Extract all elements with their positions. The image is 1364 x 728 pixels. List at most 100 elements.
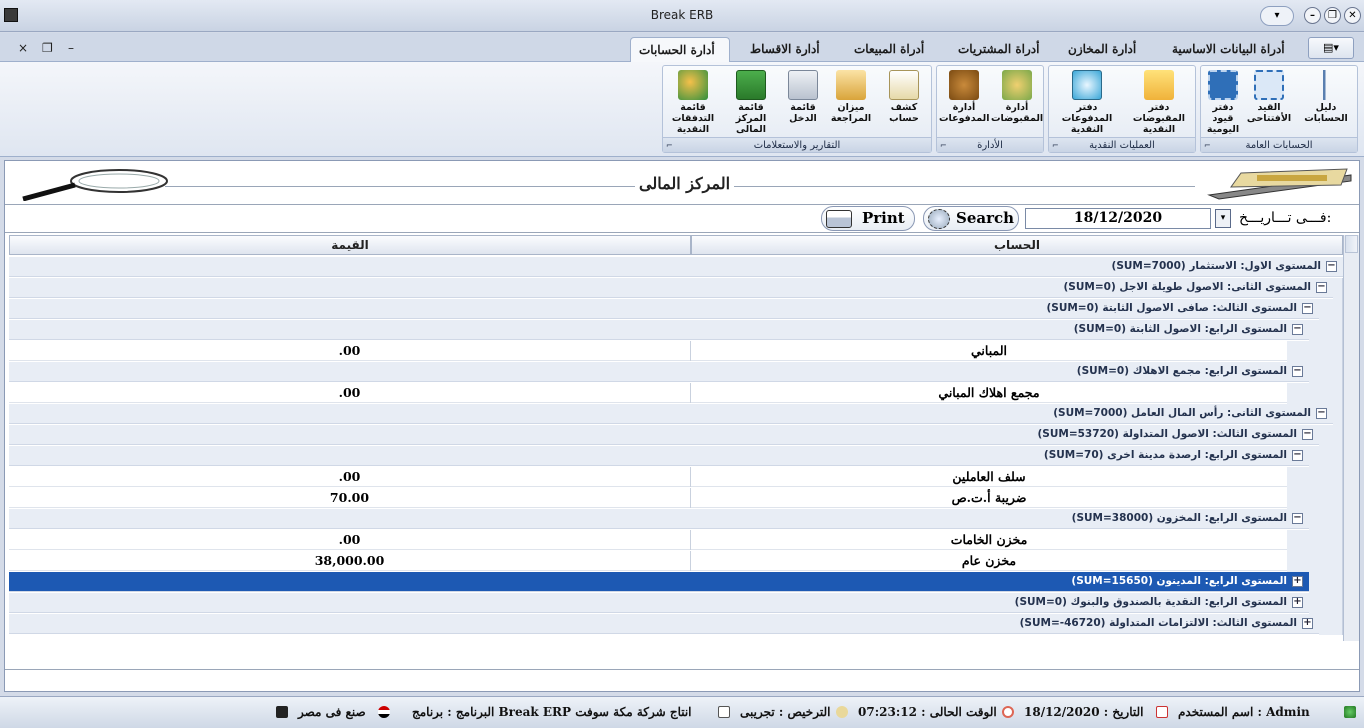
logo-icon <box>276 706 288 718</box>
value-cell[interactable]: .00 <box>9 530 691 550</box>
close-icon[interactable]: ✕ <box>1344 7 1361 24</box>
print-button[interactable]: Print <box>821 206 915 231</box>
calendar-icon <box>1156 706 1168 718</box>
value-cell[interactable]: .00 <box>9 341 691 361</box>
report-grid: القيمة الحساب − المستوى الاول: الاستثمار … <box>5 235 1359 641</box>
group-row[interactable]: + المستوى الرابع: النقدية بالصندوق والبنو… <box>9 593 1309 613</box>
trial-balance-button[interactable]: ميزان المراجعة <box>827 68 875 136</box>
opening-entry-button[interactable]: القيد الأفتتاحى <box>1245 68 1293 136</box>
account-row[interactable]: .00 مخزن الخامات <box>9 530 1287 550</box>
receipts-management-button[interactable]: أدارة المقبوضات <box>991 68 1043 136</box>
date-dropdown-icon[interactable]: ▾ <box>1215 209 1231 228</box>
group-row[interactable]: − المستوى الرابع: مجمع الاهلاك (SUM=0) <box>9 362 1309 382</box>
status-program: البرنامج : برنامج Break ERP انتاج شركة م… <box>412 705 692 719</box>
mdi-close-icon[interactable]: × <box>18 41 28 55</box>
money-bag-icon <box>949 70 979 100</box>
account-cell[interactable]: المباني <box>691 341 1287 361</box>
tab-purchases[interactable]: أدراة المشتريات <box>950 37 1047 62</box>
title-bar: Break ERB ▾ – ❐ ✕ <box>0 0 1364 32</box>
cash-receipts-book-button[interactable]: دفتر المقبوضات النقدية <box>1123 68 1195 136</box>
financial-position-button[interactable]: قائمة المركز المالى <box>723 68 779 136</box>
tab-installments[interactable]: أدارة الاقساط <box>742 37 828 62</box>
account-cell[interactable]: سلف العاملين <box>691 467 1287 487</box>
collapse-icon[interactable]: − <box>1316 408 1327 419</box>
restore-icon[interactable]: ❐ <box>1324 7 1341 24</box>
group-expander-icon[interactable]: ⌐ <box>940 141 947 150</box>
collapse-icon[interactable]: − <box>1292 324 1303 335</box>
group-row[interactable]: − المستوى الثالث: صافى الاصول الثابتة (SU… <box>9 299 1319 319</box>
tree-indent <box>1287 341 1343 362</box>
grid-scrollbar[interactable] <box>1343 235 1359 641</box>
search-button[interactable]: Search <box>923 206 1019 231</box>
group-row[interactable]: − المستوى الثالث: الاصول المتداولة (SUM=5… <box>9 425 1319 445</box>
expand-icon[interactable]: + <box>1302 618 1313 629</box>
status-license: الترخيص : تجريبى <box>740 705 831 719</box>
group-row[interactable]: + المستوى الثالث: الالتزامات المتداولة (S… <box>9 614 1319 634</box>
page-title: المركز المالى <box>635 174 735 193</box>
date-field[interactable]: 18/12/2020 <box>1025 208 1211 229</box>
ribbon-group-cash-ops: دفتر المدفوعات النقدية دفتر المقبوضات ال… <box>1048 65 1196 153</box>
user-icon <box>1344 706 1356 718</box>
tree-indent <box>1287 383 1343 404</box>
collapse-icon[interactable]: − <box>1302 429 1313 440</box>
mdi-restore-icon[interactable]: ❐ <box>42 41 53 55</box>
account-statement-button[interactable]: كشف حساب <box>877 68 931 136</box>
mdi-minimize-icon[interactable]: – <box>68 41 74 55</box>
group-row[interactable]: − المستوى الرابع: المخزون (SUM=38000) <box>9 509 1309 529</box>
account-cell[interactable]: مخزن عام <box>691 551 1287 571</box>
grid-footer <box>5 669 1359 691</box>
group-row-selected[interactable]: + المستوى الرابع: المدينون (SUM=15650) <box>9 572 1309 592</box>
cash-flow-button[interactable]: قائمة التدفقات النقدية <box>665 68 721 136</box>
chart-of-accounts-button[interactable]: دليل الحسابات <box>1295 68 1357 136</box>
tab-sales[interactable]: أدراة المبيعات <box>846 37 932 62</box>
collapse-icon[interactable]: − <box>1302 303 1313 314</box>
daily-journal-button[interactable]: دفتر قيود اليومية <box>1203 68 1243 136</box>
group-expander-icon[interactable]: ⌐ <box>1052 141 1059 150</box>
account-cell[interactable]: مجمع اهلاك المباني <box>691 383 1287 403</box>
account-row[interactable]: 38,000.00 مخزن عام <box>9 551 1287 571</box>
expand-icon[interactable]: + <box>1292 597 1303 608</box>
collapse-icon[interactable]: − <box>1316 282 1327 293</box>
filter-toolbar: فـــى تـــاريـــخ: ▾ 18/12/2020 Search P… <box>5 204 1359 233</box>
application-menu-button[interactable]: ▤▾ <box>1308 37 1354 59</box>
minimize-icon[interactable]: – <box>1304 7 1321 24</box>
column-header-account[interactable]: الحساب <box>691 235 1343 255</box>
group-row[interactable]: − المستوى الاول: الاستثمار (SUM=7000) <box>9 257 1343 277</box>
account-cell[interactable]: ضريبة أ.ت.ص <box>691 488 1287 508</box>
income-statement-button[interactable]: قائمة الدخل <box>781 68 825 136</box>
collapse-icon[interactable]: − <box>1292 366 1303 377</box>
column-header-value[interactable]: القيمة <box>9 235 691 255</box>
group-row[interactable]: − المستوى الرابع: الاصول الثابتة (SUM=0) <box>9 320 1309 340</box>
group-expander-icon[interactable]: ⌐ <box>1204 141 1211 150</box>
ribbon-group-general-accounts: دفتر قيود اليومية القيد الأفتتاحى دليل ا… <box>1200 65 1358 153</box>
value-cell[interactable]: .00 <box>9 467 691 487</box>
quick-access-dropdown[interactable]: ▾ <box>1260 6 1294 26</box>
ribbon-group-reports: قائمة التدفقات النقدية قائمة المركز الما… <box>662 65 932 153</box>
value-cell[interactable]: 70.00 <box>9 488 691 508</box>
expand-icon[interactable]: + <box>1292 576 1303 587</box>
collapse-icon[interactable]: − <box>1326 261 1337 272</box>
tab-accounts[interactable]: أدارة الحسابات <box>630 37 730 62</box>
account-cell[interactable]: مخزن الخامات <box>691 530 1287 550</box>
account-row[interactable]: 70.00 ضريبة أ.ت.ص <box>9 488 1287 508</box>
collapse-icon[interactable]: − <box>1292 513 1303 524</box>
tree-indent <box>1287 467 1343 488</box>
group-row[interactable]: − المستوى الثانى: الاصول طويلة الاجل (SUM… <box>9 278 1333 298</box>
tab-stores[interactable]: أدارة المخازن <box>1060 37 1144 62</box>
scale-icon <box>836 70 866 100</box>
group-row[interactable]: − المستوى الرابع: ارصدة مدينة اخرى (SUM=7… <box>9 446 1309 466</box>
account-row[interactable]: .00 سلف العاملين <box>9 467 1287 487</box>
report-header: المركز المالى <box>5 161 1359 205</box>
tree-indent <box>1333 278 1343 299</box>
account-row[interactable]: .00 مجمع اهلاك المباني <box>9 383 1287 403</box>
group-expander-icon[interactable]: ⌐ <box>666 141 673 150</box>
collapse-icon[interactable]: − <box>1292 450 1303 461</box>
cash-payments-book-button[interactable]: دفتر المدفوعات النقدية <box>1051 68 1123 136</box>
value-cell[interactable]: 38,000.00 <box>9 551 691 571</box>
value-cell[interactable]: .00 <box>9 383 691 403</box>
tree-indent <box>1319 425 1343 446</box>
account-row[interactable]: .00 المباني <box>9 341 1287 361</box>
group-row[interactable]: − المستوى الثانى: رأس المال العامل (SUM=7… <box>9 404 1333 424</box>
tab-basic-data[interactable]: أدراة البيانات الاساسية <box>1164 37 1293 62</box>
payments-management-button[interactable]: أدارة المدفوعات <box>939 68 989 136</box>
